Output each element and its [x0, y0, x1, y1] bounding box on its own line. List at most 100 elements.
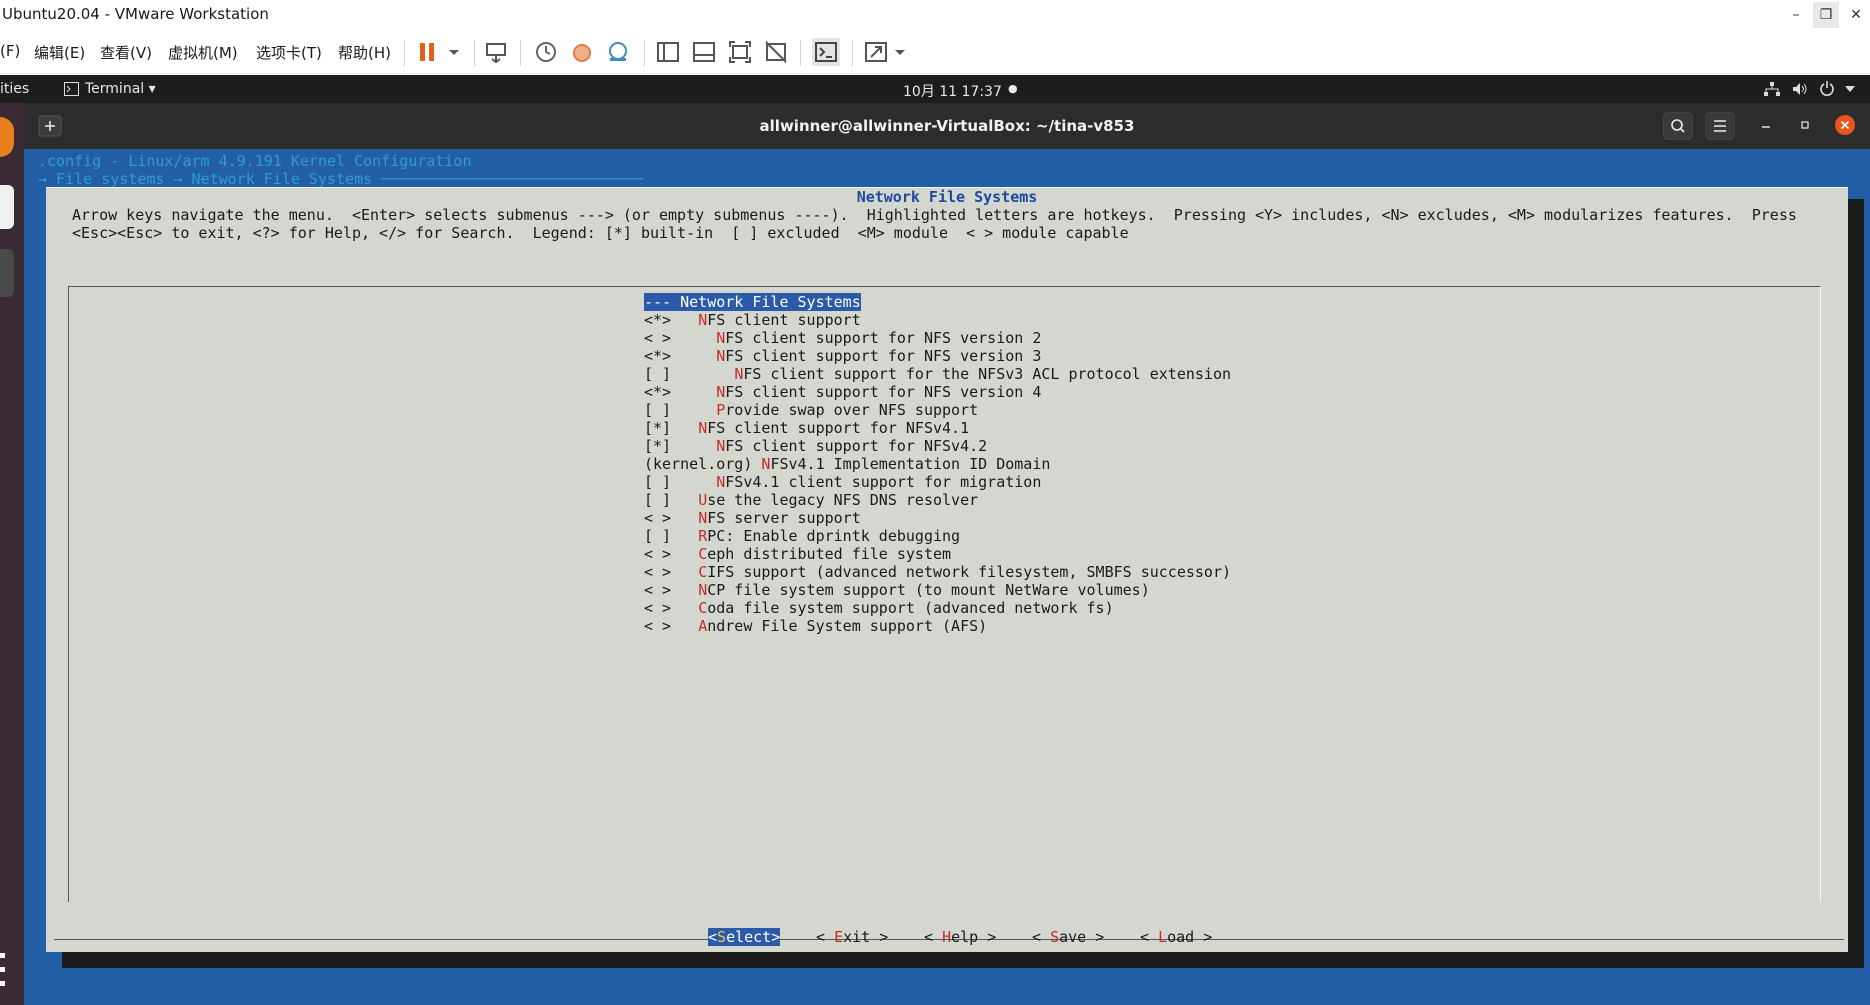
- menu-item-label: PC: Enable dprintk debugging: [707, 527, 961, 545]
- menu-item[interactable]: <*> NFS client support: [644, 311, 1444, 329]
- snapshot-manager-icon[interactable]: [604, 38, 632, 66]
- app-menu-button[interactable]: Terminal ▾: [85, 81, 156, 97]
- menu-item-label: oda file system support (advanced networ…: [707, 599, 1114, 617]
- menu-view[interactable]: 查看(V): [100, 42, 152, 63]
- menu-item[interactable]: < > Ceph distributed file system: [644, 545, 1444, 563]
- maximize-icon[interactable]: [1797, 117, 1813, 133]
- menu-item[interactable]: < > NFS server support: [644, 509, 1444, 527]
- menu-help[interactable]: 帮助(H): [338, 42, 391, 63]
- help-text-line-1: Arrow keys navigate the menu. <Enter> se…: [72, 206, 1797, 224]
- power-icon[interactable]: [1820, 81, 1834, 96]
- terminal-title: allwinner@allwinner-VirtualBox: ~/tina-v…: [759, 117, 1135, 135]
- menu-item-hotkey: N: [698, 581, 708, 599]
- menu-vm[interactable]: 虚拟机(M): [168, 42, 238, 63]
- save-button[interactable]: < Save >: [1032, 928, 1104, 946]
- menu-item[interactable]: < > NFS client support for NFS version 2: [644, 329, 1444, 347]
- menu-item[interactable]: [ ] Provide swap over NFS support: [644, 401, 1444, 419]
- menu-item[interactable]: <*> NFS client support for NFS version 3: [644, 347, 1444, 365]
- menu-item-label: CP file system support (to mount NetWare…: [707, 581, 1150, 599]
- menu-item-prefix: [*]: [644, 437, 717, 455]
- notification-dot-icon: ●: [1008, 82, 1018, 95]
- menu-item[interactable]: [ ] NFS client support for the NFSv3 ACL…: [644, 365, 1444, 383]
- menu-item[interactable]: < > Coda file system support (advanced n…: [644, 599, 1444, 617]
- network-icon[interactable]: [1764, 82, 1780, 96]
- exit-button[interactable]: < Exit >: [816, 928, 888, 946]
- sidebar-view-icon[interactable]: [654, 38, 682, 66]
- menu-item[interactable]: [ ] NFSv4.1 client support for migration: [644, 473, 1444, 491]
- thumbnail-view-icon[interactable]: [690, 38, 718, 66]
- menu-item-prefix: < >: [644, 581, 699, 599]
- pause-icon[interactable]: [414, 38, 442, 66]
- menu-item[interactable]: (kernel.org) NFSv4.1 Implementation ID D…: [644, 455, 1444, 473]
- full-screen-icon[interactable]: [726, 38, 754, 66]
- close-icon[interactable]: [1835, 115, 1855, 135]
- volume-icon[interactable]: [1792, 82, 1808, 96]
- activities-button[interactable]: ities: [0, 81, 29, 97]
- close-window-button[interactable]: ✕: [1843, 2, 1869, 28]
- menu-item-label: eph distributed file system: [707, 545, 952, 563]
- toolbar-separator: [474, 40, 475, 66]
- menu-item-prefix: < >: [644, 509, 699, 527]
- menu-item-label: FS client support for the NFSv3 ACL prot…: [743, 365, 1232, 383]
- menu-item[interactable]: < > CIFS support (advanced network files…: [644, 563, 1444, 581]
- menu-item-prefix: < >: [644, 599, 699, 617]
- menu-item-prefix: <*>: [644, 347, 717, 365]
- menu-item-label: IFS support (advanced network filesystem…: [707, 563, 1232, 581]
- menu-item[interactable]: <*> NFS client support for NFS version 4: [644, 383, 1444, 401]
- menu-item[interactable]: [ ] Use the legacy NFS DNS resolver: [644, 491, 1444, 509]
- files-icon[interactable]: [0, 185, 14, 229]
- menu-item-label: FS client support for NFS version 2: [725, 329, 1042, 347]
- menu-item-hotkey: U: [698, 491, 708, 509]
- terminal-body[interactable]: .config - Linux/arm 4.9.191 Kernel Confi…: [24, 149, 1870, 1005]
- load-button[interactable]: < Load >: [1140, 928, 1212, 946]
- dialog-shadow: [62, 952, 1864, 968]
- menu-item-label: FS client support for NFS version 3: [725, 347, 1042, 365]
- menu-item-prefix: [ ]: [644, 401, 717, 419]
- menu-item-prefix: [ ]: [644, 527, 699, 545]
- restore-button[interactable]: ❐: [1813, 2, 1839, 28]
- toolbar-separator: [852, 40, 853, 66]
- window-title: Ubuntu20.04 - VMware Workstation: [2, 5, 269, 23]
- menu-tabs[interactable]: 选项卡(T): [256, 42, 322, 63]
- breadcrumb: → File systems → Network File Systems ──…: [38, 170, 644, 188]
- selected-highlight: --- Network File Systems: [644, 293, 861, 311]
- menu-item-label: se the legacy NFS DNS resolver: [707, 491, 979, 509]
- select-button[interactable]: <Select>: [708, 928, 781, 946]
- clock[interactable]: 10月 11 17:37: [903, 81, 1002, 101]
- help-button[interactable]: < Help >: [924, 928, 996, 946]
- menu-item-prefix: < >: [644, 545, 699, 563]
- toolbar-separator: [644, 40, 645, 66]
- terminal-dock-icon[interactable]: [0, 249, 14, 297]
- firefox-icon[interactable]: [0, 117, 14, 157]
- send-keys-icon[interactable]: [482, 38, 510, 66]
- snapshot-icon[interactable]: [532, 38, 560, 66]
- menu-item-label: FSv4.1 Implementation ID Domain: [770, 455, 1051, 473]
- console-view-icon[interactable]: [812, 38, 840, 66]
- menu-item-label: ndrew File System support (AFS): [707, 617, 988, 635]
- menu-item-prefix: [ ]: [644, 473, 717, 491]
- unity-mode-icon[interactable]: [762, 38, 790, 66]
- caret-icon[interactable]: [1845, 85, 1855, 93]
- revert-snapshot-icon[interactable]: [568, 38, 596, 66]
- minimize-button[interactable]: –: [1783, 2, 1809, 28]
- menu-item[interactable]: [*] NFS client support for NFSv4.2: [644, 437, 1444, 455]
- menu-item-label: FS client support for NFS version 4: [725, 383, 1042, 401]
- menu-item-hotkey: N: [698, 311, 708, 329]
- chevron-down-icon[interactable]: [886, 38, 914, 66]
- toolbar-separator: [800, 40, 801, 66]
- menu-item[interactable]: [ ] RPC: Enable dprintk debugging: [644, 527, 1444, 545]
- menu-item-prefix: ---: [644, 293, 681, 311]
- menu-item-label: FS client support for NFSv4.2: [725, 437, 988, 455]
- menu-edit[interactable]: 编辑(E): [34, 42, 85, 63]
- show-apps-icon[interactable]: [0, 953, 10, 987]
- menu-item[interactable]: < > NCP file system support (to mount Ne…: [644, 581, 1444, 599]
- menu-file[interactable]: (F): [0, 42, 20, 60]
- menu-item[interactable]: [*] NFS client support for NFSv4.1: [644, 419, 1444, 437]
- menu-item[interactable]: --- Network File Systems: [644, 293, 1444, 311]
- menu-item-prefix: <*>: [644, 311, 699, 329]
- hamburger-menu-icon[interactable]: [1705, 112, 1735, 140]
- minimize-icon[interactable]: [1758, 117, 1774, 133]
- chevron-down-icon[interactable]: [440, 38, 468, 66]
- search-icon[interactable]: [1663, 112, 1693, 140]
- menu-item[interactable]: < > Andrew File System support (AFS): [644, 617, 1444, 635]
